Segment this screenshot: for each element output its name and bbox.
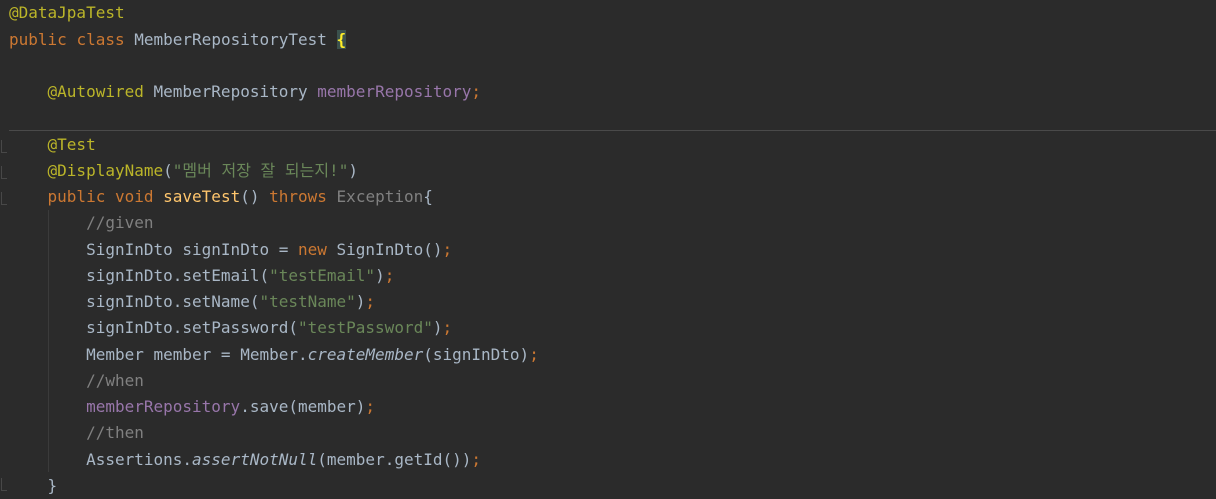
paren: ) bbox=[355, 292, 366, 311]
code-line: Member member = Member.createMember(sign… bbox=[9, 342, 539, 368]
code-line: @Test bbox=[9, 132, 96, 158]
set-email-call: signInDto.setEmail( bbox=[86, 266, 270, 285]
create-member-method: createMember bbox=[307, 345, 424, 364]
save-call: .save(member) bbox=[240, 397, 366, 416]
exception-type: Exception bbox=[336, 187, 424, 206]
code-line: SignInDto signInDto = new SignInDto(); bbox=[9, 237, 452, 263]
method-close-brace: } bbox=[47, 476, 58, 495]
assertions-prefix: Assertions. bbox=[86, 450, 193, 469]
keyword-new: new bbox=[297, 240, 327, 259]
assert-args: (member.getId()) bbox=[317, 450, 472, 469]
autowired-annotation: @Autowired bbox=[47, 82, 144, 101]
keyword-public: public bbox=[47, 187, 106, 206]
semicolon: ; bbox=[384, 266, 395, 285]
method-open-brace: { bbox=[423, 187, 433, 206]
dto-constructor: SignInDto() bbox=[326, 240, 443, 259]
code-line: signInDto.setEmail("testEmail"); bbox=[9, 263, 394, 289]
code-line: Assertions.assertNotNull(member.getId())… bbox=[9, 447, 481, 473]
method-separator bbox=[9, 130, 1216, 131]
comment-given: //given bbox=[86, 213, 154, 232]
semicolon: ; bbox=[365, 292, 376, 311]
class-open-brace: { bbox=[336, 30, 347, 49]
code-line: public void saveTest() throws Exception{ bbox=[9, 184, 433, 210]
code-line: memberRepository.save(member); bbox=[9, 394, 375, 420]
semicolon: ; bbox=[471, 82, 482, 101]
display-name-annotation: @DisplayName bbox=[47, 161, 164, 180]
repository-field-ref: memberRepository bbox=[86, 397, 241, 416]
code-line: public class MemberRepositoryTest { bbox=[9, 27, 347, 53]
fold-icon[interactable] bbox=[1, 192, 7, 205]
email-string: "testEmail" bbox=[269, 266, 376, 285]
paren: ( bbox=[163, 161, 173, 180]
fold-icon[interactable] bbox=[1, 140, 7, 153]
code-line: } bbox=[9, 473, 58, 499]
paren: ) bbox=[348, 161, 358, 180]
name-string: "testName" bbox=[259, 292, 356, 311]
field-name: memberRepository bbox=[317, 82, 472, 101]
comment-then: //then bbox=[86, 423, 144, 442]
keyword-class: class bbox=[76, 30, 125, 49]
semicolon: ; bbox=[529, 345, 539, 364]
code-line: //when bbox=[9, 368, 144, 394]
code-line: @DisplayName("멤버 저장 잘 되는지!") bbox=[9, 158, 358, 184]
paren: ) bbox=[375, 266, 385, 285]
display-name-string: "멤버 저장 잘 되는지!" bbox=[172, 161, 349, 180]
code-line: signInDto.setName("testName"); bbox=[9, 289, 375, 315]
class-annotation: @DataJpaTest bbox=[9, 3, 125, 22]
code-line: @DataJpaTest bbox=[9, 0, 125, 26]
code-line: @Autowired MemberRepository memberReposi… bbox=[9, 79, 482, 105]
keyword-void: void bbox=[114, 187, 154, 206]
code-line: signInDto.setPassword("testPassword"); bbox=[9, 315, 452, 341]
code-editor[interactable]: @DataJpaTest public class MemberReposito… bbox=[0, 0, 1216, 499]
member-args: (signInDto) bbox=[423, 345, 530, 364]
semicolon: ; bbox=[442, 240, 453, 259]
password-string: "testPassword" bbox=[297, 318, 433, 337]
code-line: //given bbox=[9, 210, 154, 236]
class-name: MemberRepositoryTest bbox=[134, 30, 327, 49]
set-password-call: signInDto.setPassword( bbox=[86, 318, 298, 337]
semicolon: ; bbox=[471, 450, 482, 469]
assert-not-null-method: assertNotNull bbox=[192, 450, 318, 469]
semicolon: ; bbox=[442, 318, 453, 337]
dto-declaration: SignInDto signInDto = bbox=[86, 240, 298, 259]
method-parens: () bbox=[240, 187, 260, 206]
comment-when: //when bbox=[86, 371, 144, 390]
code-line: //then bbox=[9, 420, 144, 446]
fold-icon[interactable] bbox=[1, 478, 7, 491]
fold-icon[interactable] bbox=[1, 166, 7, 179]
method-name: saveTest bbox=[163, 187, 241, 206]
test-annotation: @Test bbox=[47, 135, 96, 154]
member-declaration: Member member = Member. bbox=[86, 345, 308, 364]
keyword-throws: throws bbox=[269, 187, 327, 206]
field-type: MemberRepository bbox=[153, 82, 308, 101]
set-name-call: signInDto.setName( bbox=[86, 292, 260, 311]
editor-gutter[interactable] bbox=[0, 0, 8, 499]
semicolon: ; bbox=[365, 397, 376, 416]
keyword-public: public bbox=[9, 30, 67, 49]
